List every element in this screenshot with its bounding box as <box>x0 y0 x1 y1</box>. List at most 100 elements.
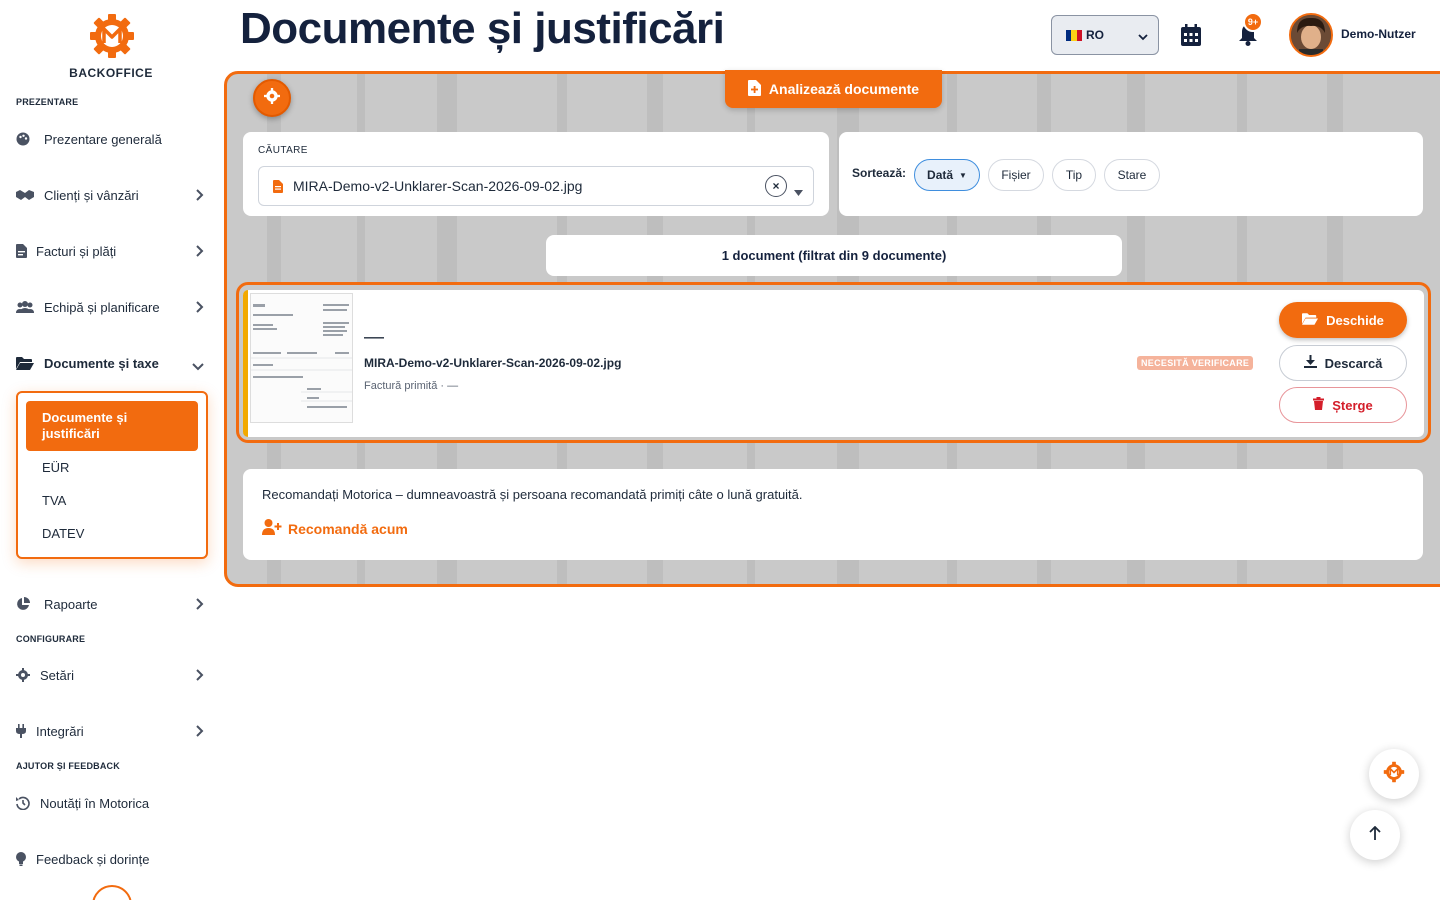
download-button[interactable]: Descarcă <box>1279 345 1407 381</box>
status-badge: NECESITĂ VERIFICARE <box>1137 356 1254 370</box>
document-filename[interactable]: MIRA-Demo-v2-Unklarer-Scan-2026-09-02.jp… <box>364 356 621 370</box>
users-icon <box>16 300 36 314</box>
chevron-down-icon <box>192 359 204 374</box>
sort-chip-status[interactable]: Stare <box>1104 159 1160 191</box>
sort-chip-type[interactable]: Tip <box>1052 159 1096 191</box>
motorica-assistant-button[interactable] <box>1369 749 1419 799</box>
history-icon <box>16 796 32 810</box>
sidebar-item-label: Prezentare generală <box>44 131 162 147</box>
chevron-down-icon <box>1138 30 1148 44</box>
sidebar-item-label: Clienți și vânzări <box>44 187 139 203</box>
calendar-icon[interactable] <box>1181 24 1201 51</box>
chevron-right-icon <box>196 669 204 684</box>
document-thumbnail[interactable] <box>250 293 353 423</box>
analyze-documents-button[interactable]: Analizează documente <box>725 70 942 108</box>
chevron-right-icon <box>196 245 204 260</box>
sort-card: Sortează: Dată ▼ Fișier Tip Stare <box>839 132 1423 216</box>
download-icon <box>1303 355 1317 371</box>
avatar[interactable] <box>1289 13 1333 57</box>
document-meta: Factură primită · — <box>364 380 459 392</box>
sidebar: BACKOFFICE PREZENTARE Prezentare general… <box>0 0 222 900</box>
scroll-to-top-button[interactable] <box>1350 810 1400 860</box>
referral-card: Recomandați Motorica – dumneavoastră și … <box>243 469 1423 560</box>
sidebar-item-label: Noutăți în Motorica <box>40 795 150 811</box>
folder-open-icon <box>1302 312 1319 328</box>
open-button[interactable]: Deschide <box>1279 302 1407 338</box>
file-plus-icon <box>747 79 761 99</box>
sort-chip-label: Stare <box>1117 168 1147 182</box>
clear-search-button[interactable]: × <box>765 175 787 197</box>
romania-flag-icon <box>1066 29 1082 41</box>
sidebar-item-label: Setări <box>40 667 74 683</box>
sidebar-item-integrations[interactable]: Integrări <box>16 719 208 743</box>
sidebar-item-clients[interactable]: Clienți și vânzări <box>16 183 208 207</box>
search-value: MIRA-Demo-v2-Unklarer-Scan-2026-09-02.jp… <box>293 178 583 194</box>
chevron-right-icon <box>196 598 204 613</box>
pie-chart-icon <box>16 597 36 611</box>
language-select[interactable]: RO <box>1051 15 1159 55</box>
referral-link[interactable]: Recomandă acum <box>262 519 408 538</box>
sort-label: Sortează: <box>852 166 907 180</box>
sort-chip-date[interactable]: Dată ▼ <box>914 159 980 191</box>
sort-chip-label: Dată <box>927 168 954 182</box>
motorica-logo[interactable] <box>84 12 140 60</box>
sidebar-item-invoices[interactable]: Facturi și plăți <box>16 239 208 263</box>
analyze-label: Analizează documente <box>768 81 920 97</box>
submenu-item-documents-justifications[interactable]: Documente și justificări <box>26 401 198 451</box>
search-card: CĂUTARE MIRA-Demo-v2-Unklarer-Scan-2026-… <box>243 132 829 216</box>
submenu-item-tva[interactable]: TVA <box>42 493 66 508</box>
section-prezentare: PREZENTARE <box>16 97 79 107</box>
sidebar-item-label: Integrări <box>36 723 84 739</box>
sidebar-item-documents[interactable]: Documente și taxe <box>16 351 208 375</box>
palette-icon <box>16 132 36 146</box>
open-label: Deschide <box>1326 312 1384 328</box>
sidebar-item-label: Documente și taxe <box>44 355 159 371</box>
page-title: Documente și justificări <box>240 4 725 53</box>
settings-gear-button[interactable] <box>253 79 291 117</box>
handshake-icon <box>16 189 36 201</box>
sort-chip-label: Fișier <box>1001 168 1031 182</box>
search-input[interactable]: MIRA-Demo-v2-Unklarer-Scan-2026-09-02.jp… <box>258 166 814 206</box>
sort-chip-file[interactable]: Fișier <box>988 159 1044 191</box>
sort-direction-icon: ▼ <box>959 170 967 180</box>
referral-link-label: Recomandă acum <box>288 520 408 537</box>
status-stripe <box>243 290 248 437</box>
referral-text: Recomandați Motorica – dumneavoastră și … <box>262 487 803 502</box>
user-plus-icon <box>262 519 282 538</box>
sidebar-item-label: Rapoarte <box>44 596 98 612</box>
language-value: RO <box>1086 28 1104 42</box>
submenu-item-eur[interactable]: EÜR <box>42 460 69 475</box>
sidebar-item-reports[interactable]: Rapoarte <box>16 592 208 616</box>
submenu-item-datev[interactable]: DATEV <box>42 526 84 541</box>
plug-icon <box>16 724 28 738</box>
sidebar-footer-avatar[interactable] <box>92 885 132 900</box>
sidebar-item-settings[interactable]: Setări <box>16 663 208 687</box>
notifications-badge: 9+ <box>1243 12 1263 32</box>
gear-icon <box>16 668 32 682</box>
username[interactable]: Demo-Nutzer <box>1341 27 1416 41</box>
download-label: Descarcă <box>1324 355 1383 371</box>
section-ajutor: AJUTOR ȘI FEEDBACK <box>16 761 120 771</box>
folder-open-icon <box>16 356 36 370</box>
sidebar-item-overview[interactable]: Prezentare generală <box>16 127 208 151</box>
documents-submenu: Documente și justificări EÜR TVA DATEV <box>16 391 208 559</box>
document-item[interactable]: — MIRA-Demo-v2-Unklarer-Scan-2026-09-02.… <box>243 290 1424 437</box>
delete-label: Șterge <box>1332 397 1373 413</box>
trash-icon <box>1313 397 1325 413</box>
caret-down-icon[interactable] <box>794 183 803 199</box>
section-configurare: CONFIGURARE <box>16 634 86 644</box>
chevron-right-icon <box>196 189 204 204</box>
sidebar-item-label: Echipă și planificare <box>44 299 160 315</box>
document-title: — <box>364 326 384 348</box>
sidebar-item-feedback[interactable]: Feedback și dorințe <box>16 847 208 871</box>
result-count: 1 document (filtrat din 9 documente) <box>546 235 1122 276</box>
sidebar-item-team[interactable]: Echipă și planificare <box>16 295 208 319</box>
lightbulb-icon <box>16 852 28 866</box>
sidebar-item-news[interactable]: Noutăți în Motorica <box>16 791 208 815</box>
sidebar-item-label: Feedback și dorințe <box>36 851 150 867</box>
sort-chip-label: Tip <box>1065 168 1083 182</box>
gear-icon <box>264 87 280 109</box>
sidebar-item-label: Facturi și plăți <box>36 243 117 259</box>
delete-button[interactable]: Șterge <box>1279 387 1407 423</box>
chevron-right-icon <box>196 725 204 740</box>
